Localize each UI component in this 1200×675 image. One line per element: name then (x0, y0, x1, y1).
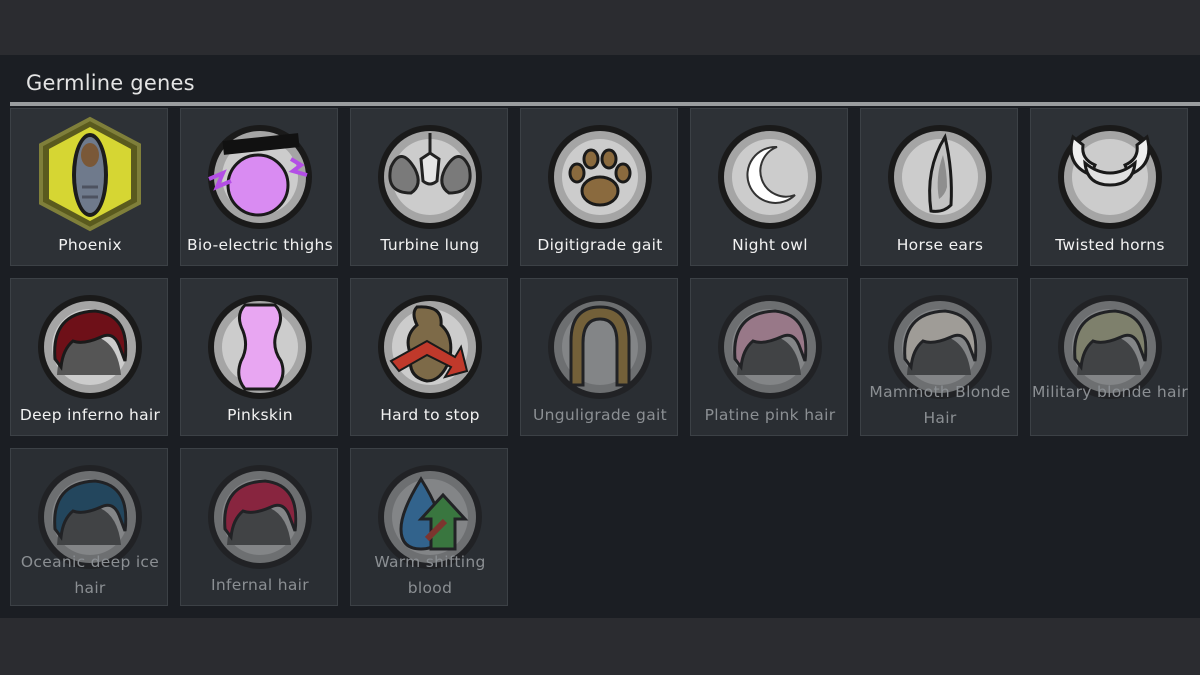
gene-tile-twisted-horns[interactable]: Twisted horns (1030, 108, 1188, 266)
gene-label: Oceanic deep ice hair (20, 553, 160, 597)
gene-label: Mammoth Blonde Hair (869, 383, 1011, 427)
gene-label: Turbine lung (380, 236, 480, 254)
gene-tile-mammoth-blonde-hair[interactable]: Mammoth Blonde Hair (860, 278, 1018, 436)
bio-electric-thighs-icon (208, 125, 312, 229)
gene-label: Infernal hair (211, 576, 309, 594)
gene-tile-infernal-hair[interactable]: Infernal hair (180, 448, 338, 606)
hair-icon (38, 295, 142, 399)
crescent-moon-icon (718, 125, 822, 229)
gene-tile-turbine-lung[interactable]: Turbine lung (350, 108, 508, 266)
gene-label: Hard to stop (380, 406, 480, 424)
gene-tile-oceanic-deep-ice-hair[interactable]: Oceanic deep ice hair (10, 448, 168, 606)
gene-tile-night-owl[interactable]: Night owl (690, 108, 848, 266)
gene-label: Horse ears (896, 236, 984, 254)
gene-tile-horse-ears[interactable]: Horse ears (860, 108, 1018, 266)
gene-label: Bio-electric thighs (186, 236, 334, 254)
gene-label: Platine pink hair (704, 406, 836, 424)
gene-tile-pinkskin[interactable]: Pinkskin (180, 278, 338, 436)
gene-label: Phoenix (58, 236, 122, 254)
gene-tile-hard-to-stop[interactable]: Hard to stop (350, 278, 508, 436)
gene-tile-military-blonde-hair[interactable]: Military blonde hair (1030, 278, 1188, 436)
paw-icon (548, 125, 652, 229)
germline-genes-panel: Germline genes Phoenix Bio-electric thig… (0, 55, 1200, 618)
gene-label: Twisted horns (1055, 236, 1165, 254)
gene-tile-phoenix[interactable]: Phoenix (10, 108, 168, 266)
skin-icon (208, 295, 312, 399)
panel-title: Germline genes (26, 71, 195, 95)
twisted-horns-icon (1058, 125, 1162, 229)
gene-label: Deep inferno hair (19, 406, 161, 424)
gene-label: Digitigrade gait (537, 236, 663, 254)
gene-label: Unguligrade gait (533, 406, 667, 424)
gene-label: Military blonde hair (1031, 383, 1189, 401)
hair-icon (208, 465, 312, 569)
title-divider (10, 102, 1200, 106)
hair-icon (718, 295, 822, 399)
gene-tile-deep-inferno-hair[interactable]: Deep inferno hair (10, 278, 168, 436)
gene-tile-platine-pink-hair[interactable]: Platine pink hair (690, 278, 848, 436)
hoof-icon (548, 295, 652, 399)
gene-tile-unguligrade-gait[interactable]: Unguligrade gait (520, 278, 678, 436)
gene-label: Warm shifting blood (374, 553, 486, 597)
gene-label: Pinkskin (227, 406, 293, 424)
turbine-lung-icon (378, 125, 482, 229)
gene-tile-digitigrade-gait[interactable]: Digitigrade gait (520, 108, 678, 266)
phoenix-icon (39, 116, 141, 232)
hard-to-stop-icon (378, 295, 482, 399)
gene-label: Night owl (732, 236, 808, 254)
gene-tile-bio-electric-thighs[interactable]: Bio-electric thighs (180, 108, 338, 266)
horse-ear-icon (888, 125, 992, 229)
gene-tile-warm-shifting-blood[interactable]: Warm shifting blood (350, 448, 508, 606)
